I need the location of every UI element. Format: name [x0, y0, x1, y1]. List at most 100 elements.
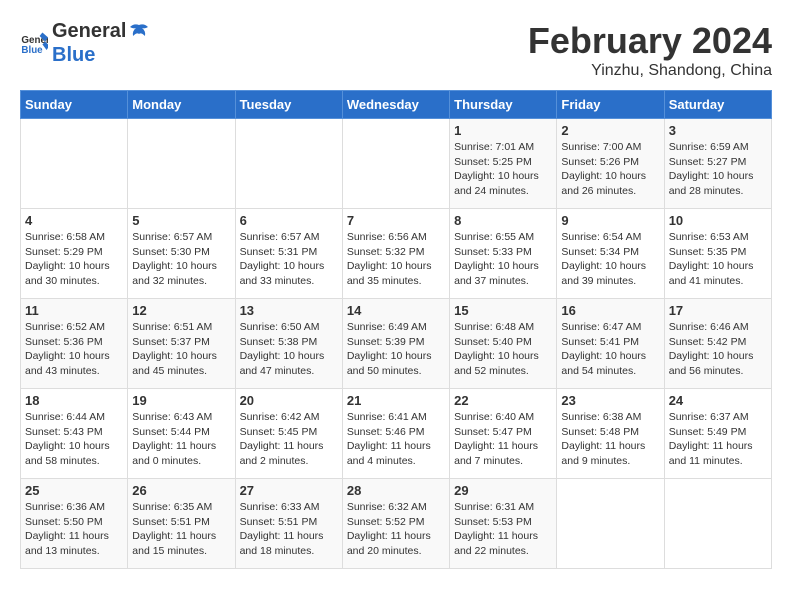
day-number: 9 — [561, 213, 659, 228]
day-cell: 6 Sunrise: 6:57 AMSunset: 5:31 PMDaylight… — [235, 209, 342, 299]
day-info: Sunrise: 6:49 AMSunset: 5:39 PMDaylight:… — [347, 320, 445, 379]
day-info: Sunrise: 6:48 AMSunset: 5:40 PMDaylight:… — [454, 320, 552, 379]
day-cell: 19 Sunrise: 6:43 AMSunset: 5:44 PMDayligh… — [128, 389, 235, 479]
day-cell — [342, 119, 449, 209]
day-cell: 10Sunrise: 6:53 AMSunset: 5:35 PMDayligh… — [664, 209, 771, 299]
day-number: 14 — [347, 303, 445, 318]
day-number: 16 — [561, 303, 659, 318]
day-number: 15 — [454, 303, 552, 318]
day-number: 29 — [454, 483, 552, 498]
day-cell: 17 Sunrise: 6:46 AMSunset: 5:42 PMDayligh… — [664, 299, 771, 389]
day-cell: 13 Sunrise: 6:50 AMSunset: 5:38 PMDayligh… — [235, 299, 342, 389]
day-cell: 28Sunrise: 6:32 AMSunset: 5:52 PMDayligh… — [342, 479, 449, 569]
day-number: 4 — [25, 213, 123, 228]
main-title: February 2024 — [528, 20, 772, 62]
day-info: Sunrise: 6:32 AMSunset: 5:52 PMDaylight:… — [347, 500, 445, 559]
calendar-table: SundayMondayTuesdayWednesdayThursdayFrid… — [20, 90, 772, 569]
day-cell: 23 Sunrise: 6:38 AMSunset: 5:48 PMDayligh… — [557, 389, 664, 479]
day-cell — [664, 479, 771, 569]
day-info: Sunrise: 6:56 AMSunset: 5:32 PMDaylight:… — [347, 230, 445, 289]
day-info: Sunrise: 6:46 AMSunset: 5:42 PMDaylight:… — [669, 320, 767, 379]
day-info: Sunrise: 6:52 AMSunset: 5:36 PMDaylight:… — [25, 320, 123, 379]
calendar-header-row: SundayMondayTuesdayWednesdayThursdayFrid… — [21, 91, 772, 119]
day-cell: 21Sunrise: 6:41 AMSunset: 5:46 PMDayligh… — [342, 389, 449, 479]
day-info: Sunrise: 6:44 AMSunset: 5:43 PMDaylight:… — [25, 410, 123, 469]
logo-icon: General Blue — [20, 29, 48, 57]
logo-general: General — [52, 20, 126, 42]
day-number: 8 — [454, 213, 552, 228]
day-number: 23 — [561, 393, 659, 408]
col-header-tuesday: Tuesday — [235, 91, 342, 119]
day-cell: 3Sunrise: 6:59 AMSunset: 5:27 PMDaylight… — [664, 119, 771, 209]
day-number: 13 — [240, 303, 338, 318]
header: General Blue General Blue February 2024 … — [20, 20, 772, 80]
day-info: Sunrise: 7:01 AMSunset: 5:25 PMDaylight:… — [454, 140, 552, 199]
day-info: Sunrise: 6:40 AMSunset: 5:47 PMDaylight:… — [454, 410, 552, 469]
day-number: 25 — [25, 483, 123, 498]
day-cell: 11Sunrise: 6:52 AMSunset: 5:36 PMDayligh… — [21, 299, 128, 389]
day-cell: 9 Sunrise: 6:54 AMSunset: 5:34 PMDaylight… — [557, 209, 664, 299]
col-header-saturday: Saturday — [664, 91, 771, 119]
subtitle: Yinzhu, Shandong, China — [528, 62, 772, 80]
day-info: Sunrise: 6:57 AMSunset: 5:31 PMDaylight:… — [240, 230, 338, 289]
col-header-sunday: Sunday — [21, 91, 128, 119]
day-cell: 8 Sunrise: 6:55 AMSunset: 5:33 PMDaylight… — [450, 209, 557, 299]
day-info: Sunrise: 6:50 AMSunset: 5:38 PMDaylight:… — [240, 320, 338, 379]
logo: General Blue General Blue — [20, 20, 152, 67]
day-info: Sunrise: 6:35 AMSunset: 5:51 PMDaylight:… — [132, 500, 230, 559]
day-info: Sunrise: 6:51 AMSunset: 5:37 PMDaylight:… — [132, 320, 230, 379]
day-number: 20 — [240, 393, 338, 408]
day-cell: 14 Sunrise: 6:49 AMSunset: 5:39 PMDayligh… — [342, 299, 449, 389]
week-row-3: 11Sunrise: 6:52 AMSunset: 5:36 PMDayligh… — [21, 299, 772, 389]
day-number: 5 — [132, 213, 230, 228]
day-number: 19 — [132, 393, 230, 408]
day-info: Sunrise: 6:42 AMSunset: 5:45 PMDaylight:… — [240, 410, 338, 469]
title-area: February 2024 Yinzhu, Shandong, China — [528, 20, 772, 80]
day-info: Sunrise: 6:54 AMSunset: 5:34 PMDaylight:… — [561, 230, 659, 289]
day-cell: 7 Sunrise: 6:56 AMSunset: 5:32 PMDaylight… — [342, 209, 449, 299]
day-cell: 2Sunrise: 7:00 AMSunset: 5:26 PMDaylight… — [557, 119, 664, 209]
col-header-friday: Friday — [557, 91, 664, 119]
day-cell: 18Sunrise: 6:44 AMSunset: 5:43 PMDayligh… — [21, 389, 128, 479]
day-info: Sunrise: 6:38 AMSunset: 5:48 PMDaylight:… — [561, 410, 659, 469]
day-number: 6 — [240, 213, 338, 228]
week-row-5: 25Sunrise: 6:36 AMSunset: 5:50 PMDayligh… — [21, 479, 772, 569]
day-info: Sunrise: 6:55 AMSunset: 5:33 PMDaylight:… — [454, 230, 552, 289]
day-number: 27 — [240, 483, 338, 498]
day-cell — [235, 119, 342, 209]
day-number: 17 — [669, 303, 767, 318]
day-cell — [557, 479, 664, 569]
day-cell: 24 Sunrise: 6:37 AMSunset: 5:49 PMDayligh… — [664, 389, 771, 479]
day-cell — [21, 119, 128, 209]
day-number: 24 — [669, 393, 767, 408]
day-number: 1 — [454, 123, 552, 138]
day-cell: 16Sunrise: 6:47 AMSunset: 5:41 PMDayligh… — [557, 299, 664, 389]
day-cell: 15 Sunrise: 6:48 AMSunset: 5:40 PMDayligh… — [450, 299, 557, 389]
day-cell: 27 Sunrise: 6:33 AMSunset: 5:51 PMDayligh… — [235, 479, 342, 569]
day-info: Sunrise: 6:57 AMSunset: 5:30 PMDaylight:… — [132, 230, 230, 289]
day-cell: 25Sunrise: 6:36 AMSunset: 5:50 PMDayligh… — [21, 479, 128, 569]
day-info: Sunrise: 6:31 AMSunset: 5:53 PMDaylight:… — [454, 500, 552, 559]
week-row-1: 1 Sunrise: 7:01 AMSunset: 5:25 PMDaylight… — [21, 119, 772, 209]
day-number: 21 — [347, 393, 445, 408]
day-cell: 26 Sunrise: 6:35 AMSunset: 5:51 PMDayligh… — [128, 479, 235, 569]
day-info: Sunrise: 6:37 AMSunset: 5:49 PMDaylight:… — [669, 410, 767, 469]
day-number: 2 — [561, 123, 659, 138]
week-row-4: 18Sunrise: 6:44 AMSunset: 5:43 PMDayligh… — [21, 389, 772, 479]
day-cell: 12Sunrise: 6:51 AMSunset: 5:37 PMDayligh… — [128, 299, 235, 389]
day-info: Sunrise: 6:43 AMSunset: 5:44 PMDaylight:… — [132, 410, 230, 469]
col-header-thursday: Thursday — [450, 91, 557, 119]
day-cell: 22 Sunrise: 6:40 AMSunset: 5:47 PMDayligh… — [450, 389, 557, 479]
col-header-wednesday: Wednesday — [342, 91, 449, 119]
svg-text:Blue: Blue — [21, 45, 43, 56]
day-number: 10 — [669, 213, 767, 228]
day-info: Sunrise: 6:33 AMSunset: 5:51 PMDaylight:… — [240, 500, 338, 559]
day-cell: 5 Sunrise: 6:57 AMSunset: 5:30 PMDaylight… — [128, 209, 235, 299]
day-number: 22 — [454, 393, 552, 408]
day-cell: 1 Sunrise: 7:01 AMSunset: 5:25 PMDaylight… — [450, 119, 557, 209]
day-number: 7 — [347, 213, 445, 228]
col-header-monday: Monday — [128, 91, 235, 119]
day-info: Sunrise: 6:59 AMSunset: 5:27 PMDaylight:… — [669, 140, 767, 199]
day-number: 26 — [132, 483, 230, 498]
day-cell: 20 Sunrise: 6:42 AMSunset: 5:45 PMDayligh… — [235, 389, 342, 479]
